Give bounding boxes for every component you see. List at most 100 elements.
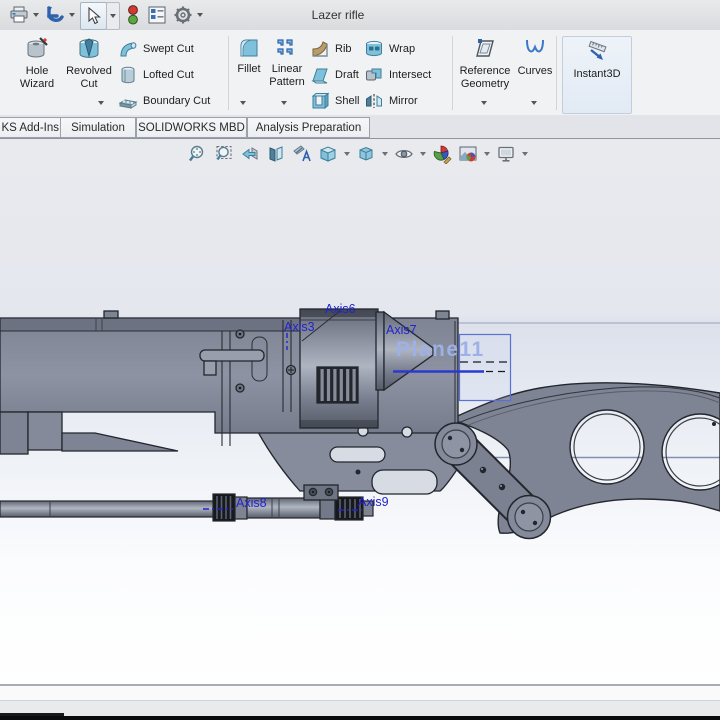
zoom-to-fit-icon: [189, 145, 204, 162]
display-style-icon: [359, 146, 373, 161]
linear-pattern-icon: [277, 39, 293, 55]
axis6-annotation[interactable]: Axis6: [325, 302, 356, 316]
view-orientation-button[interactable]: [316, 142, 340, 166]
swept-cut-label: Swept Cut: [143, 43, 194, 55]
zoom-to-area-button[interactable]: [212, 142, 236, 166]
tab-analysis-preparation[interactable]: Analysis Preparation: [247, 117, 370, 138]
options-button[interactable]: [172, 4, 194, 26]
instant3d-button[interactable]: Instant3D: [562, 36, 632, 114]
options-dropdown[interactable]: [194, 4, 205, 26]
fillet-button[interactable]: Fillet: [231, 36, 267, 110]
axis3-annotation[interactable]: Axis3: [284, 320, 315, 334]
tab-solidworks-add-ins[interactable]: KS Add-Ins: [0, 117, 66, 138]
tab-simulation[interactable]: Simulation: [60, 117, 136, 138]
dynamic-annotation-views-button[interactable]: [290, 142, 314, 166]
swept-cut-button[interactable]: Swept Cut: [118, 38, 224, 60]
tab-label: Analysis Preparation: [255, 121, 362, 134]
linear-pattern-flyout-arrow[interactable]: [281, 101, 287, 105]
draft-label: Draft: [335, 69, 359, 81]
curves-button[interactable]: Curves: [516, 36, 554, 110]
lofted-cut-button[interactable]: Lofted Cut: [118, 64, 224, 86]
revolved-cut-label: Revolved Cut: [66, 65, 112, 90]
select-tool-dropdown[interactable]: [106, 2, 120, 30]
plane11-annotation[interactable]: Plane11: [396, 338, 485, 361]
edit-appearance-button[interactable]: [430, 142, 454, 166]
rib-button[interactable]: Rib: [310, 38, 360, 60]
command-manager-ribbon: ed Hole Wizard Revolved Cut: [0, 30, 720, 116]
lofted-cut-label: Lofted Cut: [143, 69, 194, 81]
intersect-button[interactable]: Intersect: [364, 64, 448, 86]
rib-icon: [312, 41, 328, 57]
section-view-button[interactable]: [264, 142, 288, 166]
axis9-annotation[interactable]: Axis9: [358, 495, 389, 509]
solidworks-window: Lazer rifle ed Hole Wizard Revolved Cut: [0, 0, 720, 720]
display-style-button[interactable]: [354, 142, 378, 166]
fillet-flyout-arrow[interactable]: [240, 101, 246, 105]
ribbon-separator: [228, 36, 229, 110]
apply-scene-button[interactable]: [456, 142, 480, 166]
swept-cut-icon: [120, 42, 137, 57]
edit-appearance-icon: [433, 145, 452, 164]
previous-view-button[interactable]: [238, 142, 262, 166]
extruded-cut-button-clipped[interactable]: ed: [0, 36, 12, 110]
shell-icon: [311, 92, 330, 110]
previous-view-icon: [242, 147, 258, 160]
reference-geometry-button[interactable]: Reference Geometry: [456, 36, 514, 110]
status-lights-icon: [128, 5, 138, 25]
window-title: Lazer rifle: [311, 8, 365, 22]
linear-pattern-button[interactable]: Linear Pattern: [266, 36, 308, 110]
hole-wizard-flyout-arrow[interactable]: [98, 101, 104, 105]
trigger-frame[interactable]: [256, 431, 459, 501]
undo-button[interactable]: [44, 4, 66, 26]
eye-icon: [395, 149, 413, 159]
print-button[interactable]: [8, 4, 30, 26]
axis7-annotation[interactable]: Axis7: [386, 323, 417, 337]
axis8-annotation[interactable]: Axis8: [236, 496, 267, 510]
tab-solidworks-mbd[interactable]: SOLIDWORKS MBD: [136, 117, 247, 138]
display-style-dropdown[interactable]: [380, 142, 390, 166]
status-lights-button[interactable]: [122, 4, 144, 26]
reference-geometry-icon: [476, 39, 494, 57]
fillet-icon: [240, 39, 258, 57]
hide-show-items-dropdown[interactable]: [418, 142, 428, 166]
mirror-button[interactable]: Mirror: [364, 90, 448, 112]
zoom-to-fit-button[interactable]: [186, 142, 210, 166]
undo-icon: [47, 6, 64, 22]
wrap-icon: [366, 40, 382, 57]
draft-button[interactable]: Draft: [310, 64, 360, 86]
revolved-cut-icon: [79, 38, 99, 58]
hide-show-items-button[interactable]: [392, 142, 416, 166]
view-orientation-dropdown[interactable]: [342, 142, 352, 166]
boundary-cut-icon: [118, 99, 138, 109]
view-settings-dropdown[interactable]: [520, 142, 530, 166]
ribbon-separator: [556, 36, 557, 110]
hole-wizard-label: Hole Wizard: [19, 65, 55, 90]
view-settings-button[interactable]: [494, 142, 518, 166]
hole-wizard-icon: [27, 37, 48, 58]
title-bar: Lazer rifle: [0, 0, 720, 31]
design-binder-button[interactable]: [146, 4, 168, 26]
undo-dropdown[interactable]: [66, 4, 77, 26]
select-tool-button[interactable]: [80, 2, 107, 30]
heads-up-view-toolbar: [186, 141, 530, 167]
model-laser-rifle[interactable]: Plane11 Axis6 Axis3 Axis7 Axis8 Axis9: [0, 139, 720, 684]
boundary-cut-button[interactable]: Boundary Cut: [118, 90, 224, 112]
status-bar: [0, 686, 720, 700]
graphics-viewport[interactable]: Plane11 Axis6 Axis3 Axis7 Axis8 Axis9: [0, 139, 720, 684]
revolved-cut-button[interactable]: Revolved Cut: [63, 36, 115, 110]
mirror-icon: [366, 94, 382, 108]
shell-button[interactable]: Shell: [310, 90, 360, 112]
curves-flyout-arrow[interactable]: [531, 101, 537, 105]
apply-scene-dropdown[interactable]: [482, 142, 492, 166]
curves-icon: [526, 39, 544, 53]
reference-geometry-flyout-arrow[interactable]: [481, 101, 487, 105]
intersect-icon: [366, 68, 382, 81]
wrap-button[interactable]: Wrap: [364, 38, 448, 60]
reference-geometry-label: Reference Geometry: [459, 65, 511, 90]
hole-wizard-button[interactable]: Hole Wizard: [12, 36, 62, 110]
rib-label: Rib: [335, 43, 352, 55]
instant3d-label: Instant3D: [573, 68, 621, 80]
print-dropdown[interactable]: [30, 4, 41, 26]
ribbon-separator: [452, 36, 453, 110]
command-tab-strip: KS Add-Ins Simulation SOLIDWORKS MBD Ana…: [0, 115, 720, 139]
